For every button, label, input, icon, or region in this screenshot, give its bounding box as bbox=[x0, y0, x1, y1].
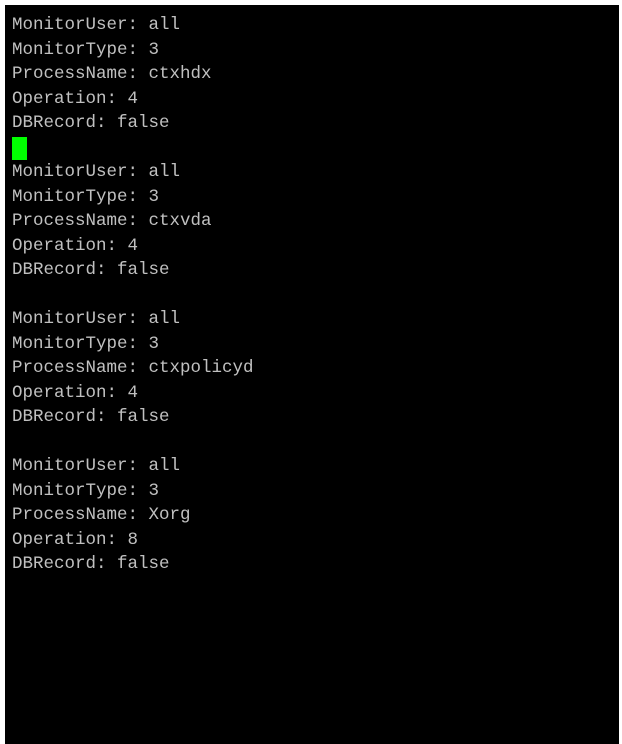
terminal-output: MonitorUser: all MonitorType: 3 ProcessN… bbox=[12, 13, 254, 577]
config-line-db-record: DBRecord: false bbox=[12, 260, 170, 280]
config-line-monitor-user: MonitorUser: all bbox=[12, 15, 181, 35]
config-line-monitor-type: MonitorType: 3 bbox=[12, 480, 160, 501]
config-line-monitor-user: MonitorUser: all bbox=[12, 309, 181, 329]
config-line-process-name: ProcessName: ctxpolicyd bbox=[12, 358, 254, 378]
text-cursor bbox=[12, 136, 27, 160]
config-line-monitor-type: MonitorType: 3 bbox=[12, 39, 160, 60]
config-line-operation: Operation: 4 bbox=[12, 382, 139, 403]
config-line-operation: Operation: 8 bbox=[12, 529, 139, 550]
config-line-db-record: DBRecord: false bbox=[12, 113, 170, 133]
cursor-line[interactable] bbox=[12, 136, 254, 161]
config-line-monitor-type: MonitorType: 3 bbox=[12, 333, 160, 354]
config-line-process-name: ProcessName: ctxvda bbox=[12, 211, 212, 231]
config-line-process-name: ProcessName: ctxhdx bbox=[12, 64, 212, 84]
config-line-monitor-user: MonitorUser: all bbox=[12, 456, 181, 476]
config-line-db-record: DBRecord: false bbox=[12, 407, 170, 427]
config-line-monitor-user: MonitorUser: all bbox=[12, 162, 181, 182]
config-line-operation: Operation: 4 bbox=[12, 235, 139, 256]
config-line-db-record: DBRecord: false bbox=[12, 554, 170, 574]
config-line-monitor-type: MonitorType: 3 bbox=[12, 186, 160, 207]
config-line-process-name: ProcessName: Xorg bbox=[12, 505, 191, 525]
config-line-operation: Operation: 4 bbox=[12, 88, 139, 109]
terminal-window[interactable]: MonitorUser: all MonitorType: 3 ProcessN… bbox=[5, 5, 619, 744]
